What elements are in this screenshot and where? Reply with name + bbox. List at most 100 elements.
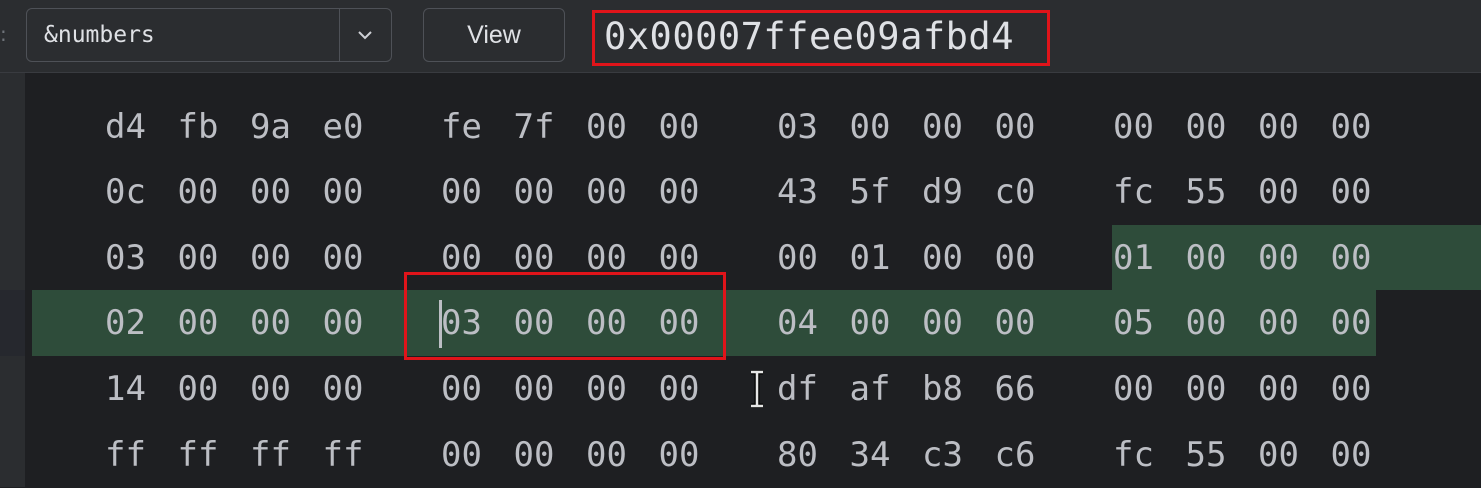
hex-byte[interactable]: 00 <box>586 159 627 225</box>
combo-separator <box>339 9 340 61</box>
hex-byte[interactable]: 00 <box>659 356 700 422</box>
expression-combo[interactable]: &numbers <box>26 8 392 62</box>
hex-byte[interactable]: 00 <box>323 225 364 291</box>
hex-byte[interactable]: d9 <box>922 159 963 225</box>
hex-byte[interactable]: c6 <box>995 422 1036 488</box>
hex-byte[interactable]: 55 <box>1186 422 1227 488</box>
hex-byte[interactable]: af <box>850 356 891 422</box>
hex-byte[interactable]: 00 <box>250 225 291 291</box>
hex-byte[interactable]: 00 <box>1258 422 1299 488</box>
hex-byte[interactable]: 00 <box>323 356 364 422</box>
hex-byte[interactable]: 00 <box>995 290 1036 356</box>
cell-annotation-box <box>404 272 726 360</box>
hex-byte[interactable]: 00 <box>995 225 1036 291</box>
hex-byte[interactable]: fb <box>178 94 219 160</box>
hex-byte[interactable]: 00 <box>1331 422 1372 488</box>
hex-byte[interactable]: 5f <box>850 159 891 225</box>
hex-byte[interactable]: 00 <box>1331 159 1372 225</box>
hex-byte[interactable]: 80 <box>777 422 818 488</box>
hex-byte[interactable]: 00 <box>659 422 700 488</box>
hex-byte[interactable]: ff <box>250 422 291 488</box>
hex-byte[interactable]: 00 <box>1258 159 1299 225</box>
hex-byte[interactable]: 00 <box>250 356 291 422</box>
hex-byte[interactable]: 0c <box>105 159 146 225</box>
hex-byte[interactable]: c0 <box>995 159 1036 225</box>
hex-byte[interactable]: 14 <box>105 356 146 422</box>
hex-byte[interactable]: d4 <box>105 94 146 160</box>
hex-byte[interactable]: 00 <box>1331 290 1372 356</box>
hex-byte[interactable]: 00 <box>441 422 482 488</box>
hex-byte[interactable]: 00 <box>1331 225 1372 291</box>
hex-byte[interactable]: 00 <box>441 159 482 225</box>
hex-byte[interactable]: 00 <box>514 422 555 488</box>
hex-byte[interactable]: 00 <box>1258 290 1299 356</box>
hex-byte[interactable]: 00 <box>777 225 818 291</box>
expression-input[interactable]: &numbers <box>44 22 155 48</box>
hex-byte[interactable]: 00 <box>1331 356 1372 422</box>
ibeam-cursor-icon <box>751 370 763 408</box>
hex-byte[interactable]: 00 <box>1258 356 1299 422</box>
hex-byte[interactable]: 00 <box>1258 94 1299 160</box>
hex-byte[interactable]: 00 <box>1186 94 1227 160</box>
hex-byte[interactable]: 43 <box>777 159 818 225</box>
hex-byte[interactable]: 04 <box>777 290 818 356</box>
hex-byte[interactable]: c3 <box>922 422 963 488</box>
memory-toolbar: : &numbers View 0x00007ffee09afbd4 <box>0 0 1481 73</box>
view-button[interactable]: View <box>423 8 565 62</box>
hex-byte[interactable]: 00 <box>586 356 627 422</box>
chevron-down-icon[interactable] <box>355 25 375 45</box>
hex-byte[interactable]: e0 <box>323 94 364 160</box>
hex-byte[interactable]: 55 <box>1186 159 1227 225</box>
hex-byte[interactable]: 00 <box>850 290 891 356</box>
hex-byte[interactable]: 34 <box>850 422 891 488</box>
hex-byte[interactable]: df <box>777 356 818 422</box>
hex-byte[interactable]: 02 <box>105 290 146 356</box>
hex-byte[interactable]: 00 <box>850 94 891 160</box>
hex-byte[interactable]: 00 <box>995 94 1036 160</box>
hex-byte[interactable]: 00 <box>922 290 963 356</box>
hex-byte[interactable]: 00 <box>1113 356 1154 422</box>
hex-byte[interactable]: 00 <box>323 159 364 225</box>
hex-byte[interactable]: 00 <box>178 290 219 356</box>
hex-byte[interactable]: 00 <box>178 159 219 225</box>
hex-byte[interactable]: fc <box>1113 422 1154 488</box>
hex-byte[interactable]: 03 <box>777 94 818 160</box>
drag-handle-icon[interactable]: : <box>0 22 7 46</box>
hex-row: 0c 00 00 00 00 00 00 00 43 5f d9 c0 fc 55 00 00 <box>0 159 1481 225</box>
hex-row: 03 00 00 00 00 00 00 00 00 01 00 00 01 00 00 00 <box>0 225 1481 291</box>
hex-byte[interactable]: ff <box>105 422 146 488</box>
hex-byte[interactable]: 05 <box>1113 290 1154 356</box>
hex-byte[interactable]: fc <box>1113 159 1154 225</box>
hex-byte[interactable]: 00 <box>586 94 627 160</box>
hex-byte[interactable]: 7f <box>514 94 555 160</box>
hex-byte[interactable]: 00 <box>514 356 555 422</box>
hex-byte[interactable]: ff <box>323 422 364 488</box>
hex-byte[interactable]: 00 <box>1186 290 1227 356</box>
hex-byte[interactable]: fe <box>441 94 482 160</box>
hex-byte[interactable]: 00 <box>178 356 219 422</box>
hex-byte[interactable]: 00 <box>659 94 700 160</box>
hex-byte[interactable]: 00 <box>441 356 482 422</box>
hex-byte[interactable]: 66 <box>995 356 1036 422</box>
hex-byte[interactable]: 00 <box>586 422 627 488</box>
hex-byte[interactable]: 00 <box>250 290 291 356</box>
hex-byte[interactable]: 01 <box>1113 225 1154 291</box>
hex-byte[interactable]: 00 <box>1186 225 1227 291</box>
hex-byte[interactable]: 00 <box>1186 356 1227 422</box>
hex-byte[interactable]: 00 <box>922 94 963 160</box>
hex-byte[interactable]: 00 <box>323 290 364 356</box>
hex-byte[interactable]: 9a <box>250 94 291 160</box>
hex-byte[interactable]: 00 <box>250 159 291 225</box>
hex-byte[interactable]: 00 <box>1258 225 1299 291</box>
hex-byte[interactable]: 00 <box>1113 94 1154 160</box>
hex-byte[interactable]: 01 <box>850 225 891 291</box>
hex-row: d4 fb 9a e0 fe 7f 00 00 03 00 00 00 00 00 00 00 <box>0 94 1481 160</box>
hex-byte[interactable]: 03 <box>105 225 146 291</box>
hex-byte[interactable]: b8 <box>922 356 963 422</box>
hex-byte[interactable]: ff <box>178 422 219 488</box>
hex-byte[interactable]: 00 <box>178 225 219 291</box>
hex-byte[interactable]: 00 <box>922 225 963 291</box>
hex-byte[interactable]: 00 <box>514 159 555 225</box>
hex-byte[interactable]: 00 <box>659 159 700 225</box>
hex-byte[interactable]: 00 <box>1331 94 1372 160</box>
